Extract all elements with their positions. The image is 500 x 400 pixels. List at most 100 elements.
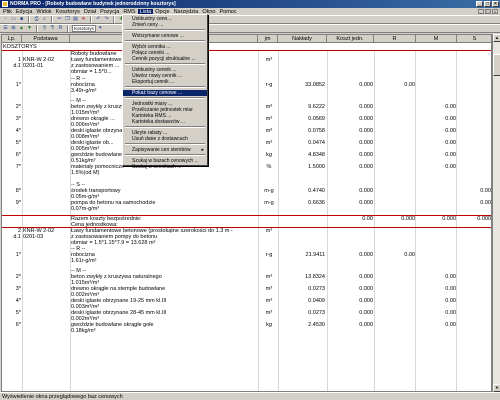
header-s[interactable]: S (457, 35, 491, 43)
cell-lp: 1* (15, 82, 21, 88)
cell-m: 0.00 (445, 274, 456, 280)
cell-koszt-jedn: 0.00 (362, 216, 373, 222)
cell-naklady: 21.9411 (305, 252, 325, 258)
table-row[interactable]: 5* deski iglaste obrzynane 28-45 mm kl.II… (2, 310, 491, 322)
cell-m: 0.00 (445, 140, 456, 146)
cell-lp: 3* (15, 116, 21, 122)
section-row[interactable]: KOSZTORYS (2, 43, 491, 51)
table-row[interactable]: 4* deski iglaste obrzynane 19-25 mm kl.II… (2, 298, 491, 310)
header-lp[interactable]: Lp. (2, 35, 22, 43)
redo-icon[interactable]: ↷ (103, 16, 110, 23)
header-r[interactable]: R (374, 35, 416, 43)
dropdown-menu-item[interactable]: Cennik pozycji struktualne ... (123, 56, 207, 62)
dropdown-menu-item[interactable]: Zapisywanie cen stembów (123, 147, 207, 153)
new-file-icon[interactable]: ▫ (2, 16, 9, 23)
menu-item[interactable]: Pozycja (98, 9, 121, 15)
open-folder-icon[interactable]: ▭ (10, 16, 17, 23)
table-row[interactable]: 6*gwoździe budowlane okrągłe gołe 0.51kg… (2, 152, 491, 164)
header-jm[interactable]: jm (258, 35, 278, 43)
window-titlebar: NORMA PRO - [Roboty budowlane budynek je… (0, 0, 500, 8)
table-row[interactable]: 5* deski iglaste ob... 0.005m³/m³ m³ 0.0474… (2, 140, 491, 152)
close-button[interactable]: × (492, 1, 499, 7)
maximize-button[interactable]: □ (484, 1, 491, 7)
copy-icon[interactable]: ❐ (64, 16, 71, 23)
table-row[interactable]: 1* robocizna 1.61r-g/m³ r-g 21.9411 0.000 0.0… (2, 252, 491, 268)
header-m[interactable]: M (416, 35, 457, 43)
paste-icon[interactable]: ▤ (72, 16, 79, 23)
table-row[interactable]: 3* drewno okrągłe na stemple budowlane 0.… (2, 286, 491, 298)
cell-lp: 6* (15, 152, 21, 158)
save-icon[interactable]: ■ (18, 16, 25, 23)
print-preview-icon[interactable]: ⌕ (41, 16, 48, 23)
insert-section-icon[interactable]: § (41, 25, 48, 32)
scroll-down-arrow-icon[interactable]: ▼ (493, 384, 500, 392)
view-list-icon[interactable]: ☰ (2, 25, 9, 32)
kosztorys-document[interactable]: Lp. Podstawa Opis jm Nakłady Koszt jedn.… (1, 34, 492, 392)
dropdown-menu-item[interactable]: Kartoteka dostawców ... (123, 119, 207, 125)
header-naklady[interactable]: Nakłady (278, 35, 327, 43)
cell-koszt-jedn: 0.000 (359, 274, 373, 280)
cell-opis: środek transportowy 0.05m-g/m³ (71, 188, 121, 200)
menu-item[interactable]: Dział (82, 9, 98, 15)
cell-podstawa: KNR-W 2-02 0201-01 (23, 57, 55, 69)
cell-r: 0.00 (404, 82, 415, 88)
scroll-up-arrow-icon[interactable]: ▲ (493, 34, 500, 42)
table-row[interactable]: 1* robocizna 3.49r-g/m³ r-g 33.0852 0.000 0.0… (2, 82, 491, 98)
delete-icon[interactable]: ✕ (80, 16, 87, 23)
level-down-icon[interactable]: ▼ (26, 25, 33, 32)
cell-naklady: 0.0409 (308, 298, 325, 304)
insert-position-icon[interactable]: ¶ (49, 25, 56, 32)
dropdown-menu-item[interactable]: Usuń dane z dostawcach (123, 136, 207, 142)
cell-lp: 6* (15, 322, 21, 328)
table-row[interactable]: 8* środek transportowy 0.05m-g/m³ m-g 0.474… (2, 188, 491, 200)
table-row[interactable]: 2* beton zwykły z kruszywa naturalnego 1.… (2, 274, 491, 286)
table-row[interactable]: 9* pompa do betonu na samochodzie 0.07m-g… (2, 200, 491, 215)
cell-opis: Ławy fundamentowe betonowe (prostokątne … (71, 228, 233, 246)
insert-rms-icon[interactable]: R (57, 25, 64, 32)
table-row[interactable]: 3* drewno okrągłe ... 0.006m³/m³ m³ 0.0569 0… (2, 116, 491, 128)
cell-naklady: 4.8348 (308, 152, 325, 158)
combo-dropdown-icon[interactable]: ▾ (97, 25, 104, 32)
toolbar-separator (90, 16, 92, 23)
menu-item[interactable]: Plik (1, 9, 14, 15)
print-icon[interactable]: ⎙ (33, 16, 40, 23)
cell-opis: deski iglaste obrzynane 28-45 mm kl.III … (71, 310, 167, 322)
level-up-icon[interactable]: ▲ (18, 25, 25, 32)
table-row[interactable]: 2*beton zwykły z kruszywa ... 1.015m³/m³… (2, 104, 491, 116)
cell-s: 0.00 (480, 188, 491, 194)
table-row[interactable]: 4*deski iglaste obrzynane ... 0.008m³/m³… (2, 128, 491, 140)
vertical-scrollbar[interactable]: ▲ ▼ (492, 34, 500, 392)
cut-icon[interactable]: ✂ (56, 16, 63, 23)
table-row[interactable]: 7* materiały pomocnicze 1.5%(od M)% 1.5000… (2, 164, 491, 182)
view-combo[interactable]: Kosztorys (72, 25, 96, 32)
dropdown-menu-item[interactable]: Pokaż bazy cenowe ... (123, 90, 207, 96)
menu-item[interactable]: Kosztorys (54, 9, 82, 15)
mdi-restore-button[interactable]: □ (485, 9, 491, 14)
dropdown-menu-item[interactable]: Zmień ceny ... (123, 22, 207, 28)
cell-m: 0.000 (442, 216, 456, 222)
menu-item[interactable]: Widok (34, 9, 53, 15)
dropdown-menu-item[interactable]: Wstrzymane cenowe ... (123, 33, 207, 39)
dropdown-menu-item[interactable]: Szukaj w cennikach ... (123, 164, 207, 170)
cell-jm: % (266, 164, 272, 170)
header-podstawa[interactable]: Podstawa (22, 35, 70, 43)
cell-lp: 3* (15, 286, 21, 292)
table-row[interactable]: 6* gwoździe budowlane okrągłe gołe 0.18kg… (2, 322, 491, 334)
menu-item[interactable]: Pomoc (217, 9, 238, 15)
mdi-minimize-button[interactable]: _ (478, 9, 484, 14)
header-koszt-jedn[interactable]: Koszt jedn. (327, 35, 374, 43)
cell-jm: m-g (264, 200, 274, 206)
dropdown-menu-item[interactable]: Eksportuj cennik ... (123, 79, 207, 85)
table-row[interactable]: 2 d.1 KNR-W 2-02 0201-03 Ławy fundamentowe… (2, 227, 491, 246)
minimize-button[interactable]: _ (476, 1, 483, 7)
cell-naklady: 0.0474 (308, 140, 325, 146)
scroll-thumb[interactable] (493, 54, 500, 76)
table-row[interactable]: Razem koszty bezpośrednie: Cena jednostk… (2, 215, 491, 228)
table-row[interactable]: 1 d.1 KNR-W 2-02 0201-01 Ławy fundamentowe… (2, 57, 491, 76)
mdi-close-button[interactable]: × (492, 9, 498, 14)
menu-item[interactable]: Edycja (14, 9, 35, 15)
cell-koszt-jedn: 0.000 (359, 82, 373, 88)
undo-icon[interactable]: ↶ (95, 16, 102, 23)
cell-r: 0.00 (404, 252, 415, 258)
view-tree-icon[interactable]: ⊞ (10, 25, 17, 32)
